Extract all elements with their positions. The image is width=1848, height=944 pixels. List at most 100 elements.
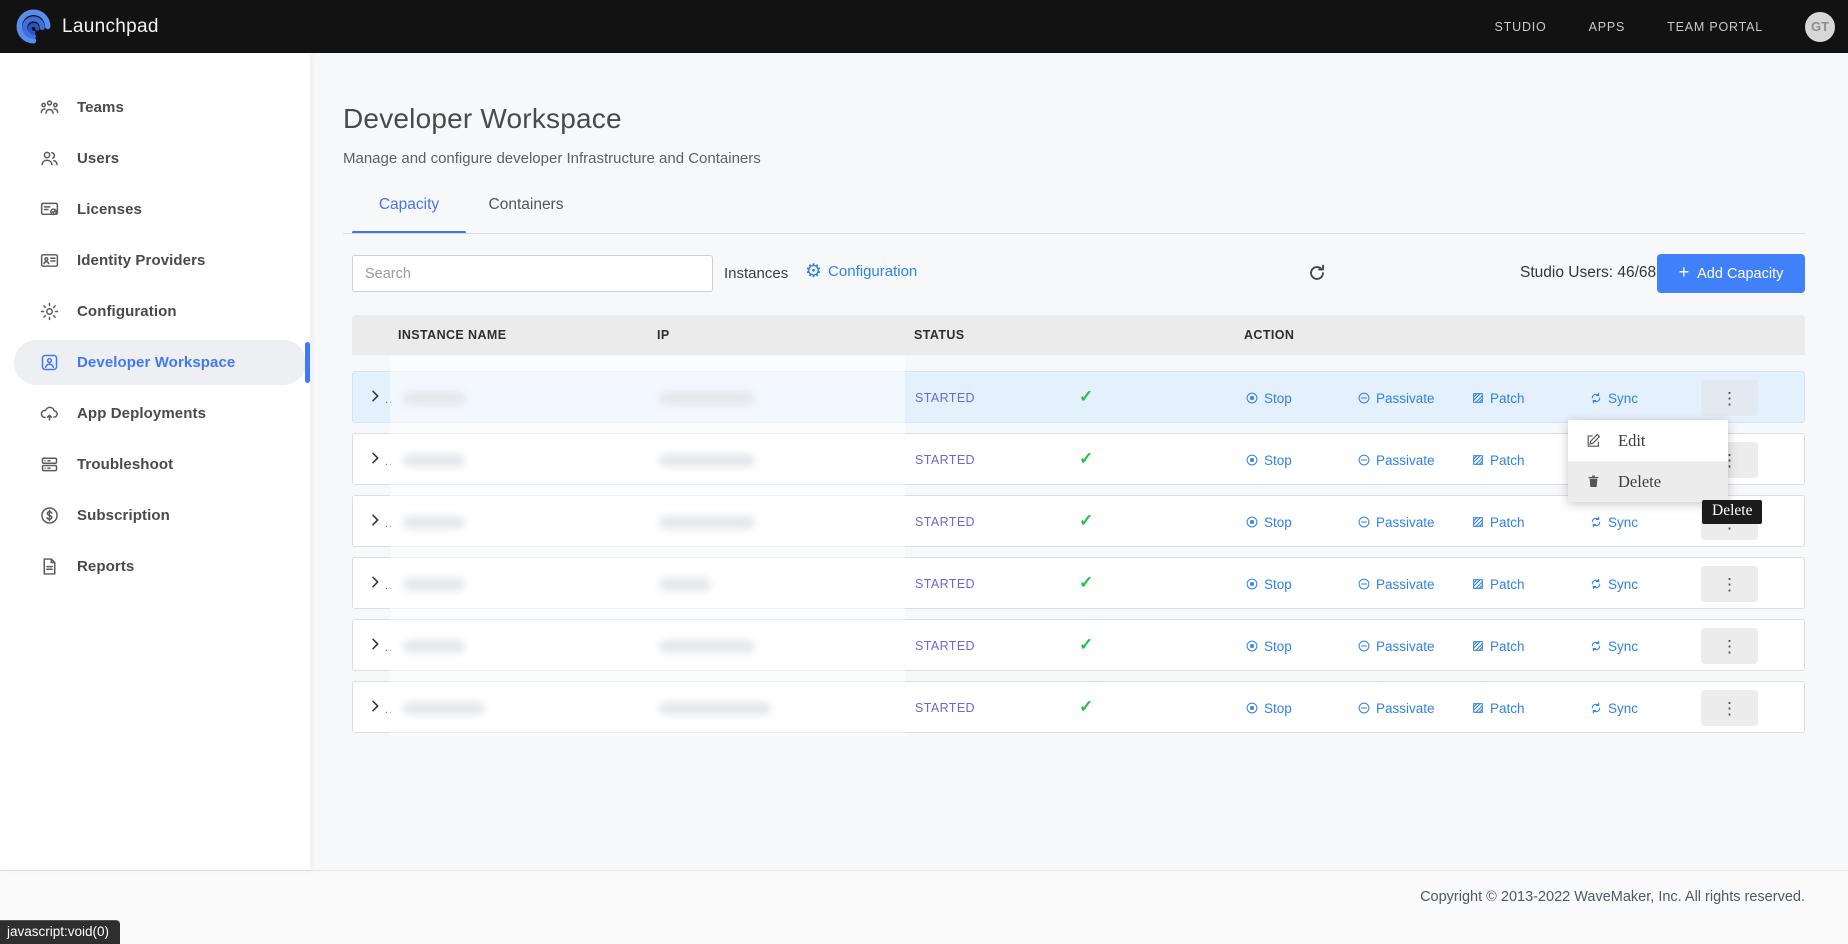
sidebar-item-app-deployments[interactable]: App Deployments (0, 388, 310, 439)
trash-icon (1585, 473, 1602, 490)
action-sync[interactable]: Sync (1589, 391, 1638, 406)
search-input[interactable] (352, 255, 713, 292)
sidebar-item-developer-workspace[interactable]: Developer Workspace (0, 337, 310, 388)
action-sync[interactable]: Sync (1589, 639, 1638, 654)
action-passivate[interactable]: Passivate (1357, 515, 1435, 530)
brand[interactable]: Launchpad (0, 9, 159, 44)
topbar: Launchpad STUDIO APPS TEAM PORTAL GT (0, 0, 1848, 53)
redacted-prefix: .. (385, 456, 393, 468)
action-patch[interactable]: Patch (1471, 515, 1525, 530)
redacted-prefix: .. (385, 518, 393, 530)
action-passivate[interactable]: Passivate (1357, 639, 1435, 654)
add-capacity-button[interactable]: + Add Capacity (1657, 254, 1805, 293)
sidebar-item-subscription[interactable]: Subscription (0, 490, 310, 541)
tab-capacity[interactable]: Capacity (352, 196, 466, 234)
expand-chevron-icon[interactable] (367, 450, 385, 468)
action-sync[interactable]: Sync (1589, 701, 1638, 716)
user-avatar[interactable]: GT (1805, 12, 1835, 42)
action-stop[interactable]: Stop (1245, 639, 1292, 654)
status-badge: STARTED (915, 639, 975, 653)
action-label: Sync (1608, 577, 1638, 592)
action-sync[interactable]: Sync (1589, 577, 1638, 592)
studio-users-count: Studio Users: 46/68 (1520, 264, 1656, 282)
menu-item-delete[interactable]: Delete (1568, 461, 1728, 502)
table-row[interactable]: .. STARTED ✓ StopPassivatePatchSync ⋮ (352, 495, 1805, 547)
ip-redacted (659, 454, 755, 467)
status-badge: STARTED (915, 391, 975, 405)
stop-icon (1245, 453, 1259, 467)
passivate-icon (1357, 639, 1371, 653)
action-stop[interactable]: Stop (1245, 453, 1292, 468)
health-check-icon: ✓ (1079, 449, 1093, 469)
row-context-menu: Edit Delete (1568, 420, 1728, 502)
sidebar-item-teams[interactable]: Teams (0, 82, 310, 133)
passivate-icon (1357, 701, 1371, 715)
topnav: STUDIO APPS TEAM PORTAL GT (1495, 0, 1835, 53)
topnav-apps[interactable]: APPS (1589, 20, 1626, 34)
expand-chevron-icon[interactable] (367, 698, 385, 716)
row-menu-button[interactable]: ⋮ (1701, 628, 1758, 664)
expand-chevron-icon[interactable] (367, 636, 385, 654)
row-menu-button[interactable]: ⋮ (1701, 380, 1758, 416)
delete-tooltip: Delete (1702, 500, 1762, 524)
action-patch[interactable]: Patch (1471, 639, 1525, 654)
tab-containers[interactable]: Containers (466, 196, 586, 234)
action-label: Passivate (1376, 391, 1435, 406)
action-label: Stop (1264, 391, 1292, 406)
topnav-team-portal[interactable]: TEAM PORTAL (1667, 20, 1763, 34)
table-row[interactable]: .. STARTED ✓ StopPassivatePatchSync ⋮ (352, 557, 1805, 609)
patch-icon (1471, 639, 1485, 653)
licenses-icon (39, 199, 60, 220)
ip-redacted (659, 702, 771, 715)
action-stop[interactable]: Stop (1245, 701, 1292, 716)
row-menu-button[interactable]: ⋮ (1701, 566, 1758, 602)
redacted-prefix: .. (385, 580, 393, 592)
patch-icon (1471, 515, 1485, 529)
action-patch[interactable]: Patch (1471, 453, 1525, 468)
row-menu-button[interactable]: ⋮ (1701, 690, 1758, 726)
action-patch[interactable]: Patch (1471, 391, 1525, 406)
action-patch[interactable]: Patch (1471, 701, 1525, 716)
action-sync[interactable]: Sync (1589, 515, 1638, 530)
action-stop[interactable]: Stop (1245, 577, 1292, 592)
sidebar-item-users[interactable]: Users (0, 133, 310, 184)
col-status: STATUS (914, 328, 965, 342)
action-passivate[interactable]: Passivate (1357, 453, 1435, 468)
action-label: Passivate (1376, 515, 1435, 530)
table-row[interactable]: .. STARTED ✓ StopPassivatePatchSync ⋮ (352, 681, 1805, 733)
redacted-prefix: .. (385, 704, 393, 716)
topnav-studio[interactable]: STUDIO (1495, 20, 1547, 34)
configuration-link[interactable]: ⚙ Configuration (805, 262, 917, 281)
patch-icon (1471, 701, 1485, 715)
ip-redacted (659, 578, 711, 591)
configuration-link-label: Configuration (828, 263, 917, 280)
sync-icon (1589, 639, 1603, 653)
action-stop[interactable]: Stop (1245, 391, 1292, 406)
users-icon (39, 148, 60, 169)
patch-icon (1471, 453, 1485, 467)
action-passivate[interactable]: Passivate (1357, 701, 1435, 716)
action-passivate[interactable]: Passivate (1357, 577, 1435, 592)
passivate-icon (1357, 577, 1371, 591)
expand-chevron-icon[interactable] (367, 512, 385, 530)
expand-chevron-icon[interactable] (367, 574, 385, 592)
action-patch[interactable]: Patch (1471, 577, 1525, 592)
menu-item-edit[interactable]: Edit (1568, 420, 1728, 461)
patch-icon (1471, 577, 1485, 591)
table-row[interactable]: .. STARTED ✓ StopPassivatePatchSync ⋮ (352, 619, 1805, 671)
stop-icon (1245, 391, 1259, 405)
table-row[interactable]: .. STARTED ✓ StopPassivatePatchSync ⋮ (352, 371, 1805, 423)
expand-chevron-icon[interactable] (367, 388, 385, 406)
table-header: INSTANCE NAME IP STATUS ACTION (352, 315, 1805, 355)
action-passivate[interactable]: Passivate (1357, 391, 1435, 406)
refresh-icon[interactable] (1306, 262, 1330, 286)
stop-icon (1245, 639, 1259, 653)
page-title: Developer Workspace (343, 103, 622, 135)
sidebar-item-configuration[interactable]: Configuration (0, 286, 310, 337)
action-stop[interactable]: Stop (1245, 515, 1292, 530)
instance-name-redacted (403, 516, 465, 529)
sidebar-item-troubleshoot[interactable]: Troubleshoot (0, 439, 310, 490)
sidebar-item-reports[interactable]: Reports (0, 541, 310, 592)
sidebar-item-licenses[interactable]: Licenses (0, 184, 310, 235)
sidebar-item-identity-providers[interactable]: Identity Providers (0, 235, 310, 286)
